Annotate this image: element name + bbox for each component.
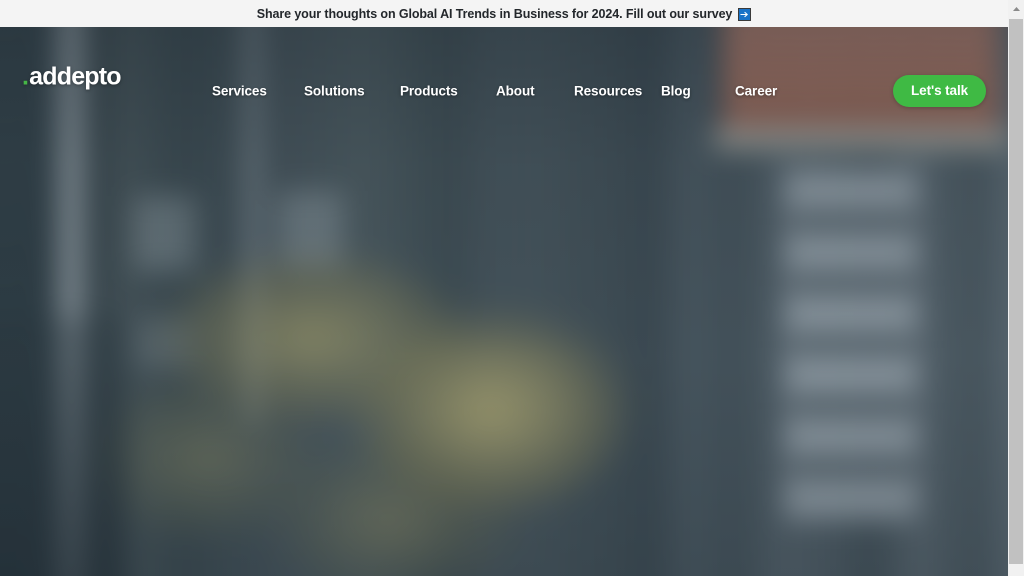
nav-item-about[interactable]: About <box>496 84 574 99</box>
hero-section: . addepto Services Solutions Products Abo… <box>0 27 1008 576</box>
announcement-banner[interactable]: Share your thoughts on Global AI Trends … <box>0 0 1008 27</box>
nav-item-solutions[interactable]: Solutions <box>304 84 400 99</box>
site-logo[interactable]: . addepto <box>22 62 122 92</box>
nav-item-products[interactable]: Products <box>400 84 496 99</box>
hero-overlay-scrim <box>0 27 1008 576</box>
page-viewport: Share your thoughts on Global AI Trends … <box>0 0 1008 576</box>
nav-item-services[interactable]: Services <box>212 84 304 99</box>
lets-talk-button[interactable]: Let's talk <box>893 75 986 107</box>
scrollbar-thumb[interactable] <box>1009 19 1023 564</box>
nav-item-resources[interactable]: Resources <box>574 84 661 99</box>
nav-links: Services Solutions Products About Resour… <box>212 84 795 99</box>
browser-page: Share your thoughts on Global AI Trends … <box>0 0 1024 576</box>
nav-item-career[interactable]: Career <box>735 84 795 99</box>
nav-item-blog[interactable]: Blog <box>661 84 735 99</box>
logo-text: addepto <box>29 62 121 91</box>
arrow-right-icon[interactable] <box>738 8 752 21</box>
vertical-scrollbar[interactable] <box>1008 0 1024 576</box>
main-navigation: . addepto Services Solutions Products Abo… <box>0 27 1008 107</box>
logo-dot: . <box>22 62 29 91</box>
scroll-up-arrow-icon[interactable] <box>1008 0 1024 17</box>
announcement-text: Share your thoughts on Global AI Trends … <box>256 6 733 21</box>
